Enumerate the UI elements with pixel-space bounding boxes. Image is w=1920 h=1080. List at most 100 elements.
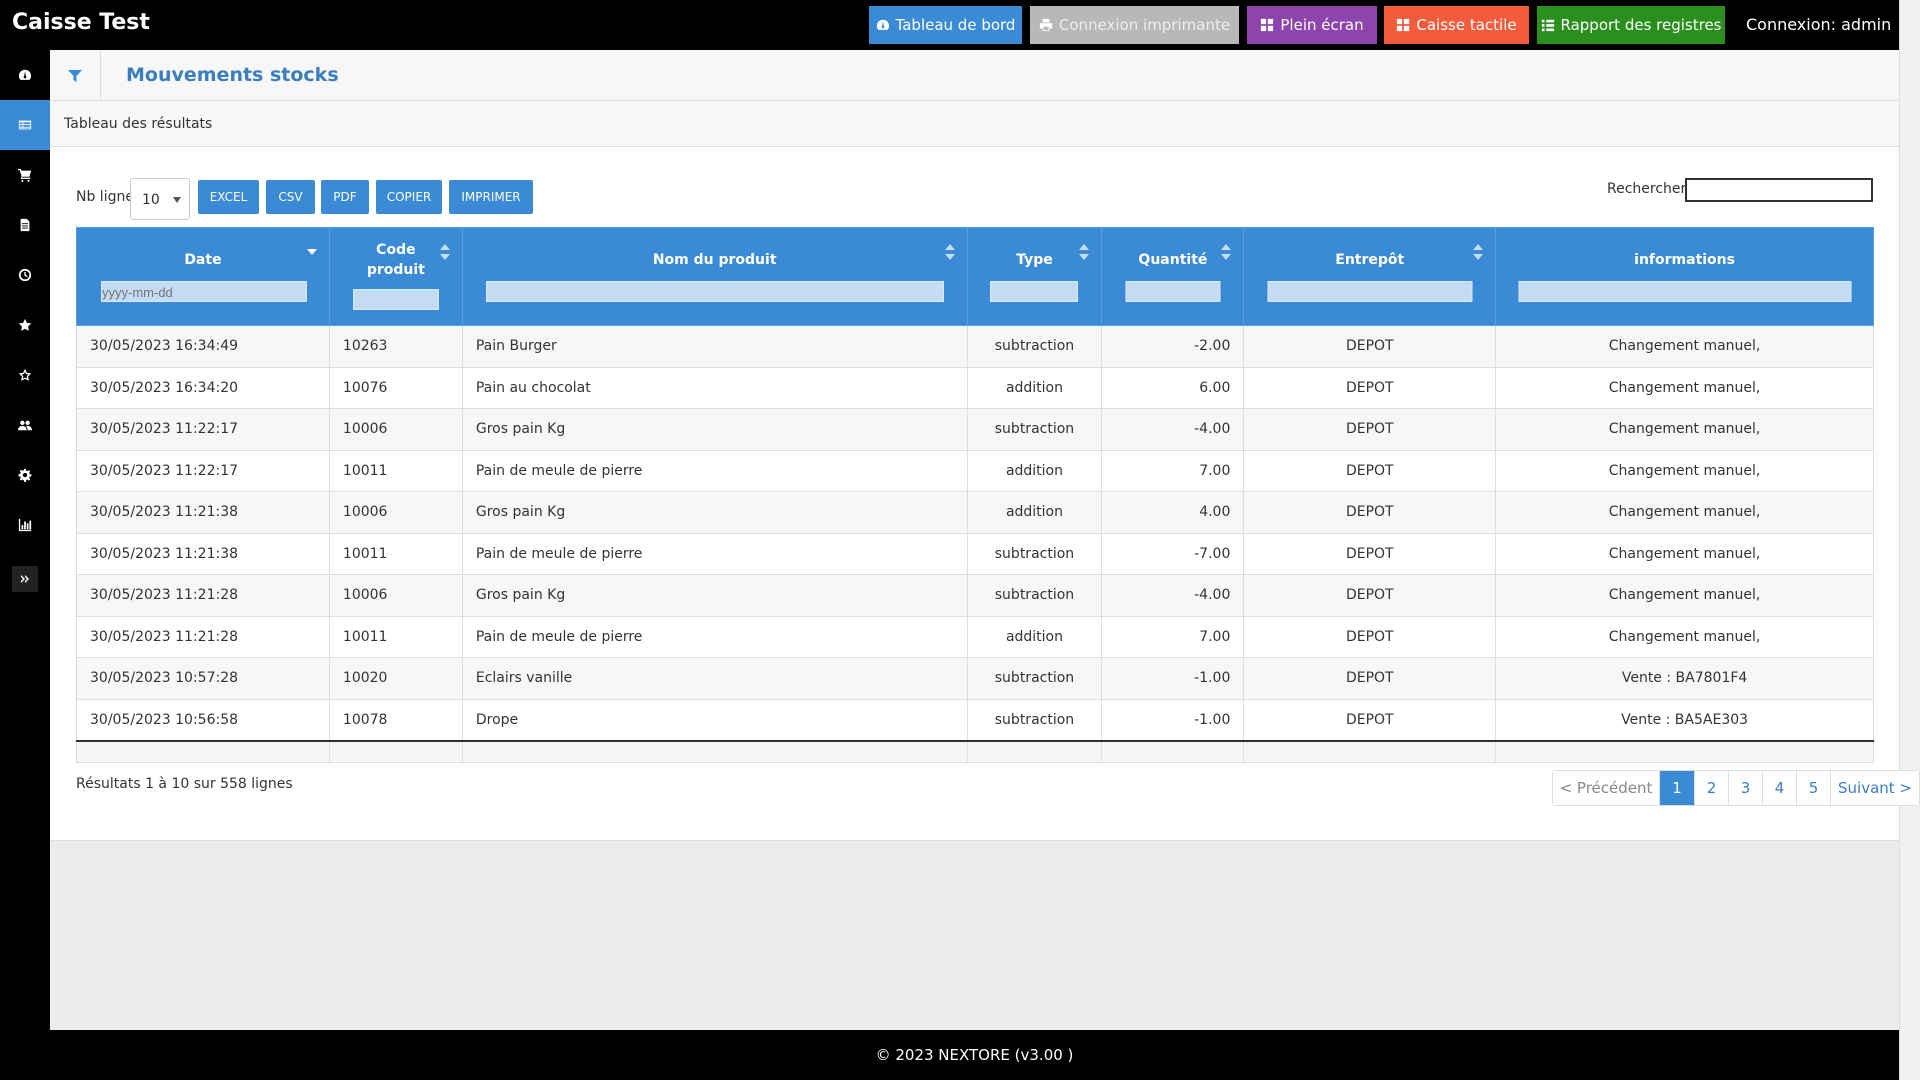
pagination-next[interactable]: Suivant > (1831, 771, 1919, 805)
grid-icon (1397, 18, 1410, 32)
cell-warehouse: DEPOT (1243, 449, 1497, 492)
cell-type: subtraction (966, 657, 1103, 700)
star-icon (18, 318, 32, 331)
export-pdf-button[interactable]: PDF (321, 180, 369, 214)
sidebar-item-tables[interactable] (0, 100, 50, 150)
clock-icon (18, 268, 32, 282)
cell-quantity: 7.00 (1101, 615, 1245, 658)
table-row[interactable]: 30/05/2023 16:34:49 10263 Pain Burger subtr… (76, 325, 1874, 368)
column-header-quantity[interactable]: Quantité (1101, 227, 1245, 326)
column-header-code[interactable]: Code produit (328, 227, 463, 326)
cell-info: Changement manuel, (1495, 366, 1874, 409)
table-row[interactable]: 30/05/2023 11:22:17 10006 Gros pain Kg subt… (76, 408, 1874, 451)
footer: © 2023 NEXTORE (v3.00 ) (50, 1030, 1899, 1080)
table-row[interactable]: 30/05/2023 10:56:58 10078 Drope subtraction… (76, 698, 1874, 741)
document-icon (20, 218, 30, 232)
list-icon (1541, 19, 1554, 32)
grid-icon (1261, 18, 1274, 32)
pagination: < Précédent 1 2 3 4 5 Suivant > (1552, 770, 1920, 806)
dashboard-button[interactable]: Tableau de bord (869, 6, 1022, 44)
printer-connection-button[interactable]: Connexion imprimante (1030, 6, 1239, 44)
date-filter-input[interactable] (101, 281, 307, 302)
code-filter-input[interactable] (352, 289, 439, 310)
rows-per-page-value: 10 (142, 192, 160, 208)
cell-info: Vente : BA5AE303 (1495, 698, 1874, 741)
column-label-product-name: Nom du produit (652, 252, 777, 268)
column-header-date[interactable]: Date (76, 227, 330, 326)
register-report-button[interactable]: Rapport des registres (1537, 6, 1725, 44)
column-header-type[interactable]: Type (966, 227, 1103, 326)
cell-warehouse: DEPOT (1243, 491, 1497, 534)
pagination-page-4[interactable]: 4 (1763, 771, 1797, 805)
table-row[interactable]: 30/05/2023 16:34:20 10076 Pain au chocolat… (76, 366, 1874, 409)
sidebar-item-dashboard[interactable] (0, 50, 50, 100)
touch-button-label: Caisse tactile (1416, 16, 1517, 34)
cell-type: subtraction (966, 325, 1103, 368)
table-row[interactable]: 30/05/2023 11:22:17 10011 Pain de meule de… (76, 449, 1874, 492)
results-panel: Nb ligne 10 EXCEL CSV PDF COPIER IMPRIME… (50, 147, 1920, 841)
login-status[interactable]: Connexion: admin (1746, 15, 1891, 34)
cell-date: 30/05/2023 11:22:17 (76, 408, 330, 451)
print-button[interactable]: IMPRIMER (449, 180, 533, 214)
sidebar-expand-button[interactable] (12, 566, 38, 592)
warehouse-filter-input[interactable] (1267, 281, 1473, 302)
cell-product-name: Pain de meule de pierre (461, 532, 968, 575)
quantity-filter-input[interactable] (1125, 281, 1221, 302)
touch-register-button[interactable]: Caisse tactile (1384, 6, 1529, 44)
cell-quantity: -4.00 (1101, 574, 1245, 617)
sidebar-item-statistics[interactable] (0, 500, 50, 550)
table-row[interactable]: 30/05/2023 10:57:28 10020 Eclairs vanille s… (76, 657, 1874, 700)
rows-per-page-select[interactable]: 10 (130, 178, 190, 220)
cell-warehouse: DEPOT (1243, 366, 1497, 409)
cell-code: 10020 (328, 657, 463, 700)
cell-quantity: 6.00 (1101, 366, 1245, 409)
dashboard-button-label: Tableau de bord (895, 16, 1016, 34)
sidebar-item-ratings[interactable] (0, 350, 50, 400)
table-footer-cell (461, 739, 968, 763)
pagination-page-5[interactable]: 5 (1797, 771, 1831, 805)
fullscreen-button[interactable]: Plein écran (1247, 6, 1377, 44)
export-csv-button[interactable]: CSV (266, 180, 315, 214)
info-filter-input[interactable] (1518, 281, 1852, 302)
sidebar-item-documents[interactable] (0, 200, 50, 250)
cell-type: subtraction (966, 698, 1103, 741)
dashboard-icon (18, 69, 32, 80)
copy-button[interactable]: COPIER (376, 180, 442, 214)
filter-button[interactable] (50, 50, 101, 101)
table-footer-cell (1243, 739, 1497, 763)
search-input[interactable] (1685, 178, 1873, 202)
sidebar-item-favorites[interactable] (0, 300, 50, 350)
type-filter-input[interactable] (990, 281, 1079, 302)
cell-product-name: Drope (461, 698, 968, 741)
cell-warehouse: DEPOT (1243, 532, 1497, 575)
cell-warehouse: DEPOT (1243, 657, 1497, 700)
pagination-page-3[interactable]: 3 (1729, 771, 1763, 805)
pagination-previous[interactable]: < Précédent (1553, 771, 1660, 805)
pagination-page-1[interactable]: 1 (1660, 771, 1695, 805)
cell-code: 10263 (328, 325, 463, 368)
page-scrollbar[interactable] (1899, 0, 1920, 1080)
fullscreen-button-label: Plein écran (1280, 16, 1364, 34)
export-excel-button[interactable]: EXCEL (198, 180, 259, 214)
sidebar-item-history[interactable] (0, 250, 50, 300)
double-chevron-right-icon (21, 575, 29, 583)
table-row[interactable]: 30/05/2023 11:21:38 10011 Pain de meule de… (76, 532, 1874, 575)
printer-button-label: Connexion imprimante (1058, 16, 1231, 34)
cell-quantity: -1.00 (1101, 698, 1245, 741)
cell-type: addition (966, 449, 1103, 492)
sidebar-item-cart[interactable] (0, 150, 50, 200)
table-row[interactable]: 30/05/2023 11:21:28 10011 Pain de meule de… (76, 615, 1874, 658)
sidebar-item-settings[interactable] (0, 450, 50, 500)
cell-date: 30/05/2023 11:21:38 (76, 532, 330, 575)
product-name-filter-input[interactable] (485, 281, 944, 302)
sidebar-item-users[interactable] (0, 400, 50, 450)
cell-info: Changement manuel, (1495, 615, 1874, 658)
pagination-page-2[interactable]: 2 (1695, 771, 1729, 805)
star-outline-icon (18, 368, 32, 381)
column-header-product-name[interactable]: Nom du produit (461, 227, 968, 326)
table-row[interactable]: 30/05/2023 11:21:28 10006 Gros pain Kg subt… (76, 574, 1874, 617)
column-header-warehouse[interactable]: Entrepôt (1243, 227, 1497, 326)
column-header-info[interactable]: informations (1495, 227, 1874, 326)
table-footer-row (76, 739, 1874, 763)
table-row[interactable]: 30/05/2023 11:21:38 10006 Gros pain Kg addi… (76, 491, 1874, 534)
